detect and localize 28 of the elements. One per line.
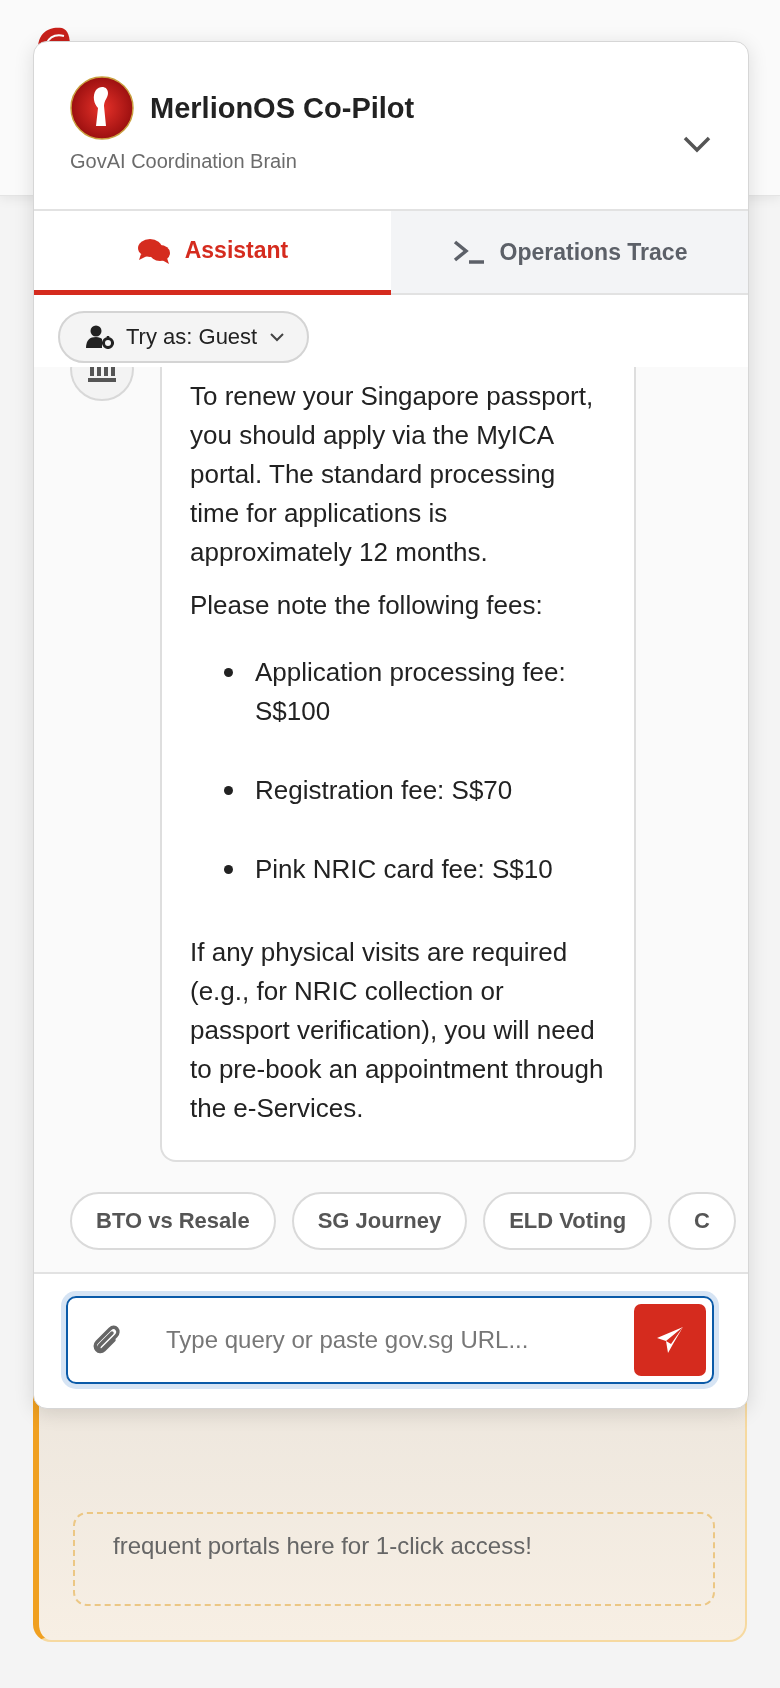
chevron-down-icon <box>269 332 286 342</box>
suggestion-chip[interactable]: C <box>668 1192 736 1250</box>
tab[interactable]: Operations Trace <box>391 211 748 295</box>
chevron-down-icon[interactable] <box>682 134 712 154</box>
suggestion-chip[interactable]: ELD Voting <box>483 1192 653 1250</box>
list-item-text: Pink NRIC card fee: S$10 <box>255 853 553 886</box>
list-item-text: Application processing fee: S$100 <box>255 656 567 728</box>
tab[interactable]: Assistant <box>34 211 391 295</box>
bullet-icon <box>224 668 233 677</box>
suggestion-chip[interactable]: BTO vs Resale <box>70 1192 276 1250</box>
terminal-icon <box>451 239 486 265</box>
suggestion-chip[interactable]: SG Journey <box>291 1192 468 1250</box>
send-icon <box>655 1325 685 1355</box>
message-text: Please note the following fees: <box>190 589 544 622</box>
send-button[interactable] <box>634 1304 706 1376</box>
bullet-icon <box>224 786 233 795</box>
query-input[interactable]: Type query or paste gov.sg URL... <box>148 1326 608 1354</box>
bullet-icon <box>224 865 233 874</box>
chat-icon <box>136 237 171 264</box>
message-text: To renew your Singapore passport, you should apply via the MyICA portal. The standard processing time for applications is approximately 12 months. <box>190 380 595 569</box>
user-gear-icon <box>86 325 114 349</box>
app-subtitle: GovAI Coordination Brain <box>70 150 298 173</box>
message-text: If any physical visits are required (e.g., for NRIC collection or passport verification), you will need to pre-book an appointment through the e-Services. <box>190 936 605 1125</box>
app-title: MerlionOS Co-Pilot <box>150 91 415 125</box>
logo-icon <box>70 76 134 140</box>
placeholder-text: frequent portals here for 1-click access! <box>113 1531 533 1561</box>
role-selector[interactable]: Try as: Guest <box>58 311 310 363</box>
list-item-text: Registration fee: S$70 <box>255 774 513 807</box>
